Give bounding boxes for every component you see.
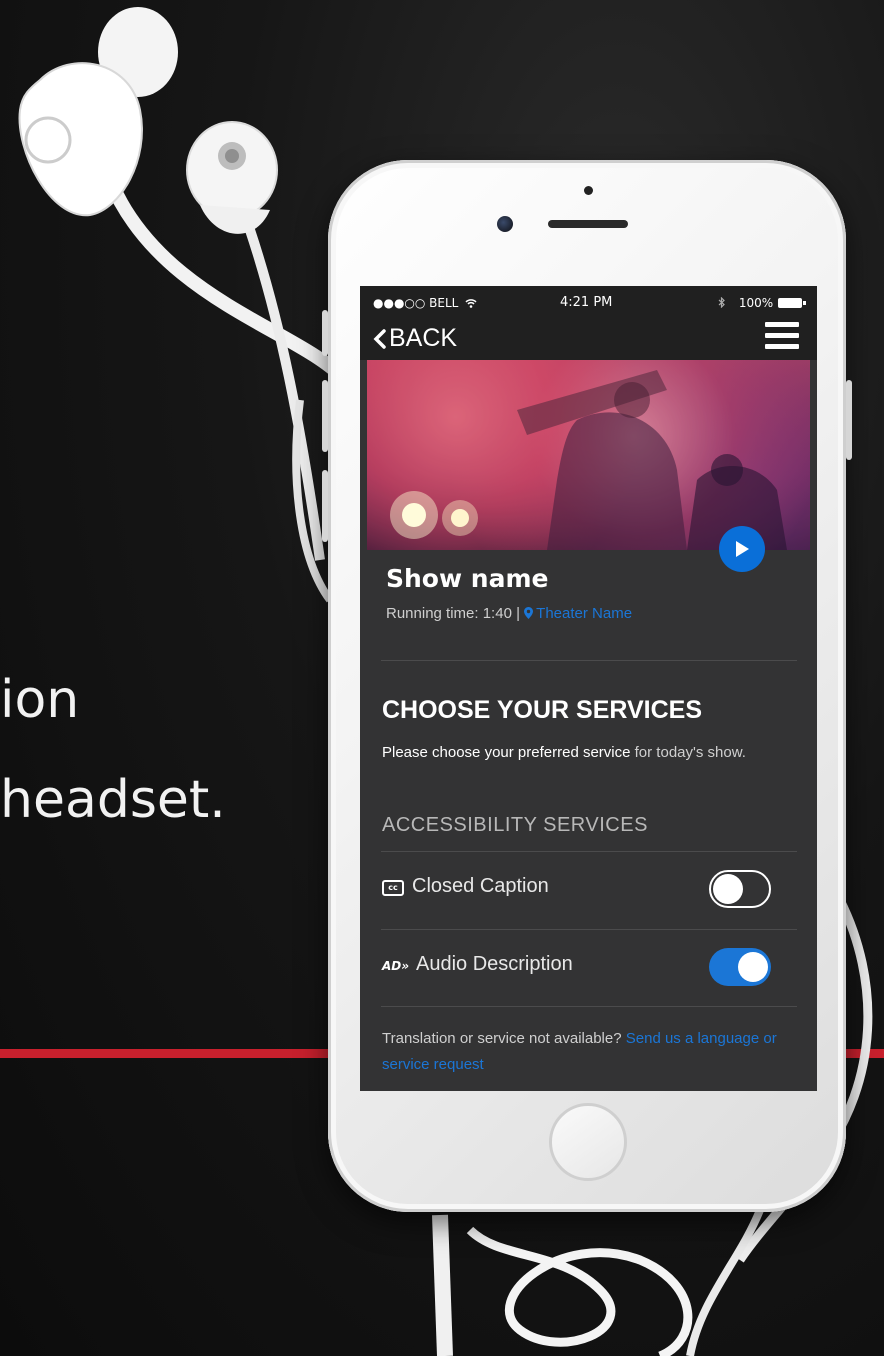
carrier-label: ●●●○○ BELL — [373, 296, 477, 310]
phone-volume-button — [322, 470, 328, 542]
hamburger-menu-icon[interactable] — [765, 322, 799, 352]
service-label: Closed Caption — [412, 875, 549, 897]
app-screen: ●●●○○ BELL 4:21 PM 100% BACK Show name R… — [360, 286, 817, 1091]
divider — [381, 1006, 797, 1007]
toggle-knob — [713, 874, 743, 904]
services-title: CHOOSE YOUR SERVICES — [382, 696, 702, 724]
show-hero-image — [367, 360, 810, 550]
play-button[interactable] — [719, 526, 765, 572]
running-time: Running time: 1:40 | Theater Name — [386, 605, 633, 622]
services-description: Please choose your preferred service for… — [382, 744, 746, 761]
location-pin-icon — [524, 607, 534, 619]
bluetooth-icon — [718, 296, 725, 309]
nav-bar: BACK — [360, 320, 817, 360]
front-camera-icon — [497, 216, 513, 232]
footer-note: Translation or service not available? Se… — [382, 1030, 777, 1073]
battery-percent: 100% — [738, 296, 774, 310]
chevron-left-icon — [373, 328, 386, 349]
battery-icon — [778, 298, 802, 308]
phone-speaker — [548, 220, 628, 228]
status-bar: ●●●○○ BELL 4:21 PM 100% — [360, 286, 817, 320]
phone-power-button — [846, 380, 852, 460]
back-button[interactable]: BACK — [373, 324, 457, 353]
back-label: BACK — [389, 324, 458, 352]
service-row-audio-description: AD» Audio Description — [382, 929, 796, 1007]
audio-description-icon: AD» — [382, 959, 410, 973]
phone-sensor — [584, 186, 593, 195]
play-icon — [736, 541, 749, 557]
audio-description-toggle[interactable] — [709, 948, 771, 986]
concert-scene — [367, 360, 810, 550]
phone-volume-button — [322, 310, 328, 356]
status-right: 100% — [718, 296, 773, 310]
toggle-knob — [738, 952, 768, 982]
home-button[interactable] — [549, 1103, 627, 1181]
accessibility-section-title: ACCESSIBILITY SERVICES — [382, 814, 648, 836]
battery-tip — [803, 301, 806, 305]
closed-caption-toggle[interactable] — [709, 870, 771, 908]
phone-volume-button — [322, 380, 328, 452]
status-time: 4:21 PM — [560, 295, 613, 310]
service-label: Audio Description — [416, 953, 573, 975]
divider — [381, 660, 797, 661]
cc-icon: cc — [382, 880, 404, 896]
wifi-icon — [465, 299, 477, 308]
theater-link[interactable]: Theater Name — [524, 605, 632, 622]
service-row-closed-caption: cc Closed Caption — [382, 851, 796, 929]
show-title: Show name — [386, 564, 549, 593]
